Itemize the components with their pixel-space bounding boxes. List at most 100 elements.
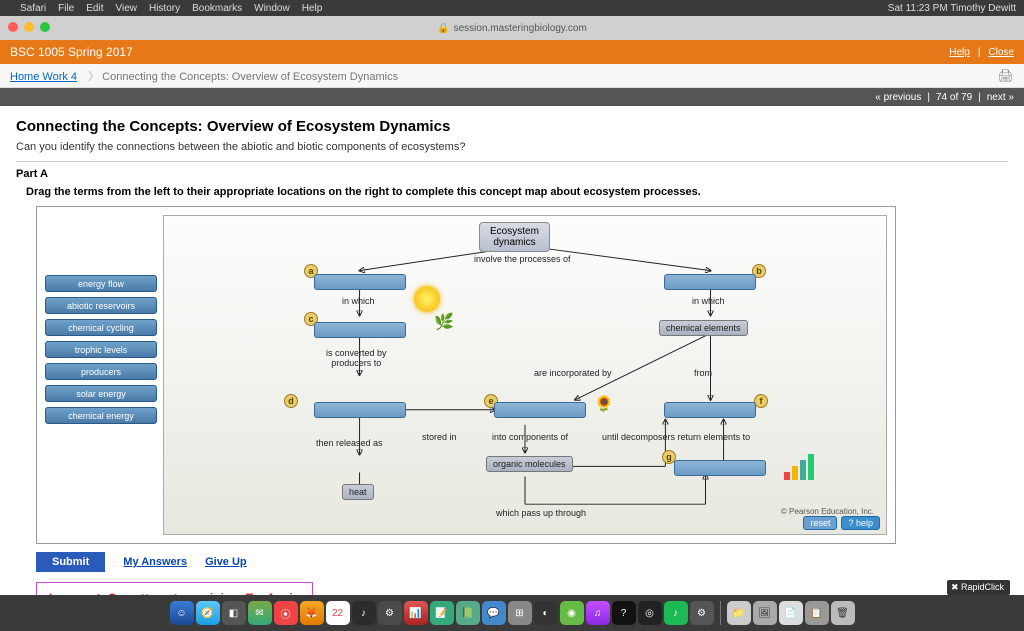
main-content: Connecting the Concepts: Overview of Eco… (0, 106, 1024, 595)
dock-app-icon[interactable]: ◐ (534, 601, 558, 625)
provide-feedback-link[interactable]: Provide Feedback (833, 582, 914, 593)
node-chemical-elements: chemical elements (659, 320, 748, 336)
course-title: BSC 1005 Spring 2017 (10, 45, 133, 59)
term-chemical-energy[interactable]: chemical energy (45, 407, 157, 424)
grass-icon (434, 312, 450, 332)
copyright: © Pearson Education, Inc. (781, 507, 874, 516)
nav-position: 74 of 79 (936, 92, 972, 103)
node-organic: organic molecules (486, 456, 573, 472)
dock-app-icon[interactable]: ◧ (222, 601, 246, 625)
prev-link[interactable]: « previous (875, 92, 921, 103)
label-incorporated: are incorporated by (534, 368, 612, 378)
dock-safari-icon[interactable]: 🧭 (196, 601, 220, 625)
dock-app-icon[interactable]: ⦿ (274, 601, 298, 625)
print-icon[interactable]: 🖨 (997, 68, 1014, 84)
slot-f[interactable] (664, 402, 756, 418)
label-involve: involve the processes of (474, 254, 571, 264)
dock-finder-icon[interactable]: ☺ (170, 601, 194, 625)
my-answers-link[interactable]: My Answers (123, 556, 187, 568)
app-name[interactable]: Safari (20, 3, 46, 14)
lock-icon: 🔒 (437, 23, 449, 34)
reset-button[interactable]: reset (803, 516, 837, 530)
instructions: Drag the terms from the left to their ap… (26, 186, 1008, 198)
address-bar[interactable]: 🔒 session.masteringbiology.com (437, 23, 587, 34)
term-producers[interactable]: producers (45, 363, 157, 380)
menu-view[interactable]: View (115, 3, 137, 14)
concept-map[interactable]: Ecosystem dynamics involve the processes… (163, 215, 887, 535)
slot-a[interactable] (314, 274, 406, 290)
menu-file[interactable]: File (58, 3, 74, 14)
page-title: Connecting the Concepts: Overview of Eco… (16, 118, 1008, 135)
menu-window[interactable]: Window (254, 3, 290, 14)
slot-d[interactable] (314, 402, 406, 418)
help-link[interactable]: Help (949, 47, 970, 58)
close-link[interactable]: Close (988, 47, 1014, 58)
dock-app-icon[interactable]: 📋 (805, 601, 829, 625)
browser-toolbar: 🔒 session.masteringbiology.com (0, 16, 1024, 40)
minimize-window-icon[interactable] (24, 22, 34, 32)
dock-app-icon[interactable]: ◉ (560, 601, 584, 625)
part-label: Part A (16, 168, 1008, 180)
dock-app-icon[interactable]: ⚙ (378, 601, 402, 625)
dock-itunes-icon[interactable]: ♫ (586, 601, 610, 625)
menu-help[interactable]: Help (302, 3, 323, 14)
term-solar-energy[interactable]: solar energy (45, 385, 157, 402)
feedback-message: Incorrect; One attempt remaining; Try Ag… (36, 582, 313, 595)
node-heat: heat (342, 484, 374, 500)
label-pass: which pass up through (496, 508, 586, 518)
dock-firefox-icon[interactable]: 🦊 (300, 601, 324, 625)
dock-app-icon[interactable]: ? (612, 601, 636, 625)
label-converted: is converted by producers to (326, 348, 387, 368)
dock-app-icon[interactable]: 📊 (404, 601, 428, 625)
slot-e[interactable] (494, 402, 586, 418)
dock-app-icon[interactable]: 📗 (456, 601, 480, 625)
badge-d: d (284, 394, 298, 408)
dock-app-icon[interactable]: 📄 (779, 601, 803, 625)
breadcrumb: Home Work 4 〉 Connecting the Concepts: O… (0, 64, 1024, 88)
slot-b[interactable] (664, 274, 756, 290)
page-subtitle: Can you identify the connections between… (16, 141, 1008, 153)
dock-app-icon[interactable]: 💬 (482, 601, 506, 625)
dock-app-icon[interactable]: 🖼 (753, 601, 777, 625)
dock-app-icon[interactable]: ♪ (352, 601, 376, 625)
submit-button[interactable]: Submit (36, 552, 105, 572)
slot-g[interactable] (674, 460, 766, 476)
term-trophic-levels[interactable]: trophic levels (45, 341, 157, 358)
dock-settings-icon[interactable]: ⚙ (690, 601, 714, 625)
label-inwhich-1: in which (342, 296, 375, 306)
dock-calendar-icon[interactable]: 22 (326, 601, 350, 625)
dock-app-icon[interactable]: 📝 (430, 601, 454, 625)
dock-spotify-icon[interactable]: ♪ (664, 601, 688, 625)
term-abiotic-reservoirs[interactable]: abiotic reservoirs (45, 297, 157, 314)
menu-bookmarks[interactable]: Bookmarks (192, 3, 242, 14)
give-up-link[interactable]: Give Up (205, 556, 247, 568)
url-text: session.masteringbiology.com (454, 23, 587, 34)
dock-app-icon[interactable]: ⊞ (508, 601, 532, 625)
course-header: BSC 1005 Spring 2017 Help | Close (0, 40, 1024, 64)
menubar-right: Sat 11:23 PM Timothy Dewitt (888, 3, 1016, 14)
maximize-window-icon[interactable] (40, 22, 50, 32)
help-button[interactable]: ? help (841, 516, 880, 530)
trophic-bars-icon (784, 452, 814, 480)
dock-trash-icon[interactable]: 🗑 (831, 601, 855, 625)
exercise-area: energy flow abiotic reservoirs chemical … (36, 206, 896, 544)
menu-edit[interactable]: Edit (86, 3, 103, 14)
next-link[interactable]: next » (987, 92, 1014, 103)
slot-c[interactable] (314, 322, 406, 338)
dock-app-icon[interactable]: ◎ (638, 601, 662, 625)
close-window-icon[interactable] (8, 22, 18, 32)
term-chemical-cycling[interactable]: chemical cycling (45, 319, 157, 336)
node-root: Ecosystem dynamics (479, 222, 550, 252)
breadcrumb-home[interactable]: Home Work 4 (10, 71, 77, 83)
dock-folder-icon[interactable]: 📁 (727, 601, 751, 625)
label-until: until decomposers return elements to (602, 432, 750, 442)
dock-app-icon[interactable]: ✉ (248, 601, 272, 625)
label-stored: stored in (422, 432, 457, 442)
menu-history[interactable]: History (149, 3, 180, 14)
item-nav: « previous | 74 of 79 | next » (0, 88, 1024, 106)
term-energy-flow[interactable]: energy flow (45, 275, 157, 292)
rapidclick-badge[interactable]: ✖ RapidClick (947, 580, 1010, 595)
label-into: into components of (492, 432, 568, 442)
flower-icon: 🌻 (594, 394, 614, 414)
sun-icon (414, 286, 440, 312)
